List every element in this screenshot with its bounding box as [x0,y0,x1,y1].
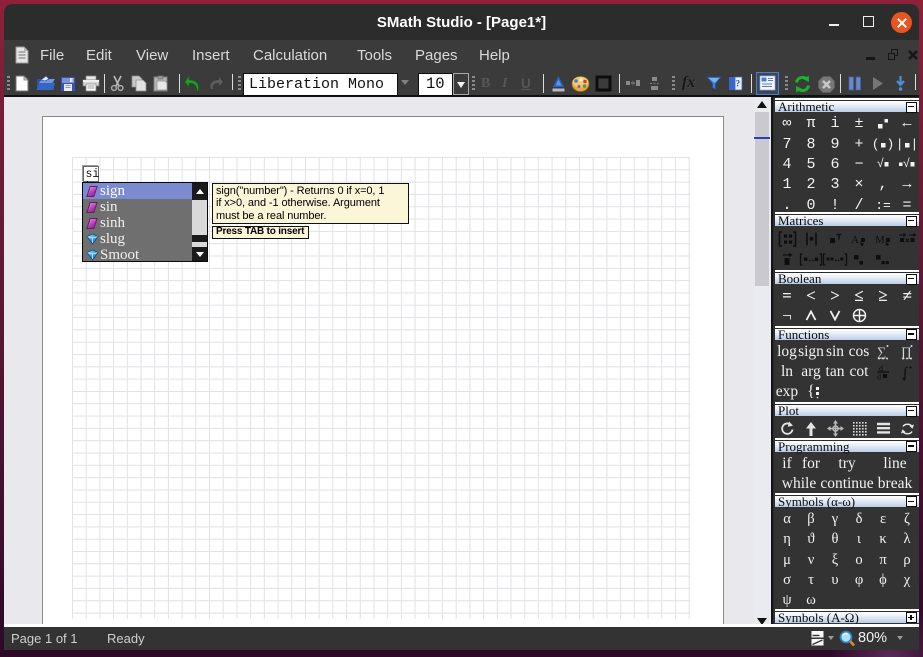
svg-text:∑: ∑ [877,344,886,359]
svg-text:A,: A, [851,234,862,246]
svg-text:∏: ∏ [901,344,912,359]
svg-text:?: ? [736,79,741,89]
svg-text:M,: M, [875,234,888,246]
svg-text:d: d [877,373,881,381]
